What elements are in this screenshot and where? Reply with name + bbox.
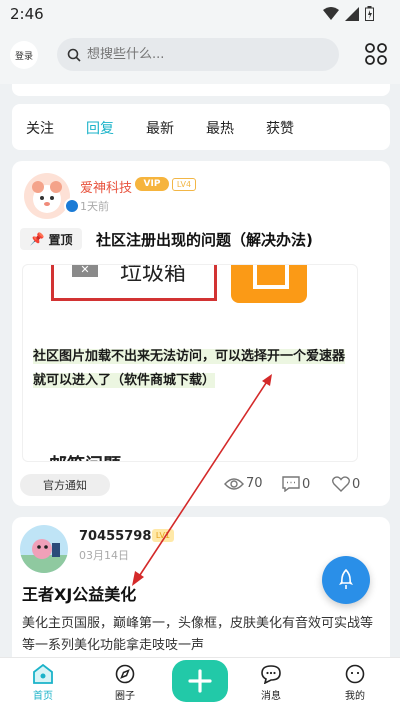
top-bar: 登录 (0, 28, 400, 84)
level-badge: LV4 (172, 178, 196, 191)
rocket-fab-button[interactable] (322, 556, 370, 604)
add-post-button[interactable] (172, 660, 228, 702)
eye-icon (224, 477, 244, 490)
search-icon (67, 48, 81, 62)
nav-circle[interactable]: 圈子 (100, 664, 150, 702)
views-count: 70 (246, 476, 263, 491)
post-time: 1天前 (80, 200, 109, 213)
pinned-label: 置顶 (48, 232, 73, 247)
author-name[interactable]: 704557988 (79, 529, 160, 544)
preview-cut-text: 邮箱问题 (49, 451, 121, 461)
battery-icon (365, 6, 374, 21)
pin-icon: 📌 (29, 232, 45, 246)
comments-stat[interactable]: 0 (282, 476, 310, 492)
previous-card-edge (12, 84, 390, 96)
post-title[interactable]: 王者XJ公益美化 (22, 581, 136, 605)
home-icon (33, 664, 53, 684)
compass-icon (115, 664, 135, 684)
post-card-pinned[interactable]: 爱神科技 VIP LV4 1天前 📌 置顶 社区注册出现的问题（解决办法) ✕ … (12, 161, 390, 506)
comments-count: 0 (302, 476, 311, 492)
rocket-icon (339, 569, 353, 589)
filter-tabs: 关注 回复 最新 最热 获赞 (12, 104, 390, 150)
status-bar: 2:46 (0, 0, 400, 28)
avatar[interactable] (20, 525, 68, 573)
preview-box-label: 垃圾箱 (120, 264, 187, 286)
pinned-badge: 📌 置顶 (20, 228, 82, 250)
post-footer: 官方通知 70 0 0 (12, 466, 390, 506)
message-icon (261, 665, 281, 684)
level-badge: LV1 (152, 529, 174, 542)
nav-mine-label: 我的 (345, 691, 365, 702)
post-date: 03月14日 (79, 549, 129, 562)
nav-messages-label: 消息 (261, 691, 281, 702)
wifi-icon (323, 6, 339, 20)
likes-count: 0 (352, 476, 361, 492)
tab-liked[interactable]: 获赞 (266, 118, 294, 138)
signal-icon (345, 6, 359, 21)
nav-home-label: 首页 (33, 691, 53, 702)
nav-mine[interactable]: 我的 (330, 664, 380, 702)
tab-reply[interactable]: 回复 (86, 118, 114, 138)
profile-face-icon (345, 664, 365, 684)
official-notice-tag[interactable]: 官方通知 (20, 474, 110, 496)
search-bar[interactable] (57, 38, 339, 71)
status-time: 2:46 (10, 5, 44, 23)
nav-messages[interactable]: 消息 (246, 664, 296, 702)
views-stat: 70 (224, 476, 263, 491)
status-icons (323, 6, 374, 21)
tab-hottest[interactable]: 最热 (206, 118, 234, 138)
nav-circle-label: 圈子 (115, 691, 135, 702)
likes-stat[interactable]: 0 (332, 476, 360, 492)
post-title[interactable]: 社区注册出现的问题（解决办法) (96, 229, 313, 250)
preview-note: 社区图片加载不出来无法访问，可以选择开一个爱速器就可以进入了（软件商城下载） (33, 349, 346, 388)
close-icon: ✕ (72, 265, 98, 277)
preview-trash-box: ✕ 垃圾箱 (51, 264, 217, 301)
login-button[interactable]: 登录 (10, 41, 38, 69)
avatar[interactable] (24, 173, 70, 219)
folder-icon (231, 265, 307, 303)
search-input[interactable] (87, 47, 317, 62)
vip-badge: VIP (135, 177, 169, 191)
plus-icon (188, 669, 212, 693)
nav-home[interactable]: 首页 (18, 664, 68, 702)
grid-menu-icon[interactable] (364, 42, 388, 66)
comment-icon (282, 476, 300, 492)
author-name[interactable]: 爱神科技 (80, 177, 132, 196)
tab-follow[interactable]: 关注 (26, 118, 54, 138)
heart-icon (332, 476, 350, 492)
verified-badge-icon (64, 198, 80, 214)
tab-latest[interactable]: 最新 (146, 118, 174, 138)
post-body: 美化主页国服，巅峰第一，头像框，皮肤美化有音效可实战等等一系列美化功能拿走吱吱一… (22, 616, 374, 653)
post-preview-image[interactable]: ✕ 垃圾箱 社区图片加载不出来无法访问，可以选择开一个爱速器就可以进入了（软件商… (22, 264, 358, 462)
